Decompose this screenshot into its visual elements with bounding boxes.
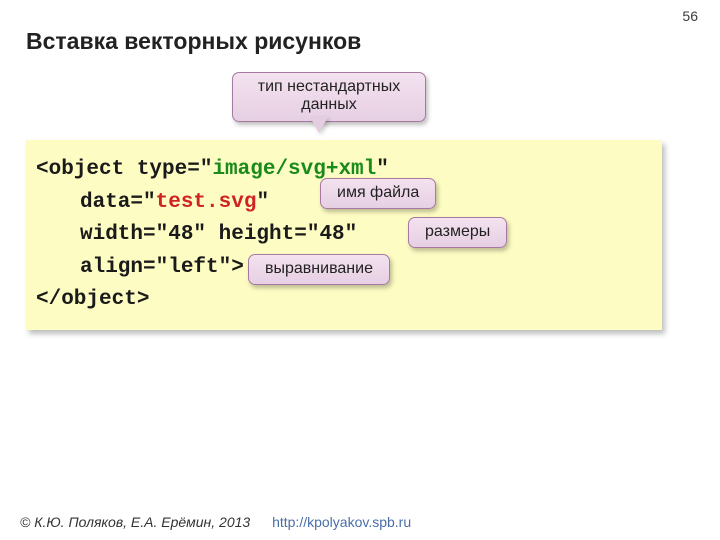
footer-credit: © К.Ю. Поляков, Е.А. Ерёмин, 2013 [20,514,250,530]
code-filename: test.svg [156,191,257,214]
code-text: <object type=" [36,158,212,181]
code-dimensions: width="48" height="48" [80,223,357,246]
code-align: align="left"> [80,256,244,279]
callout-dimensions: размеры [408,217,507,248]
footer: © К.Ю. Поляков, Е.А. Ерёмин, 2013 http:/… [20,514,411,530]
callout-alignment: выравнивание [248,254,390,285]
page-number: 56 [682,8,698,24]
code-text: " [256,191,269,214]
callout-tail-icon [310,117,328,133]
slide-title: Вставка векторных рисунков [26,28,361,55]
code-text: data=" [80,191,156,214]
code-block: <object type="image/svg+xml" data="test.… [26,140,662,330]
footer-url: http://kpolyakov.spb.ru [272,514,411,530]
code-close: </object> [36,288,149,311]
callout-mime-type: тип нестандартных данных [232,72,426,122]
callout-filename: имя файла [320,178,436,209]
